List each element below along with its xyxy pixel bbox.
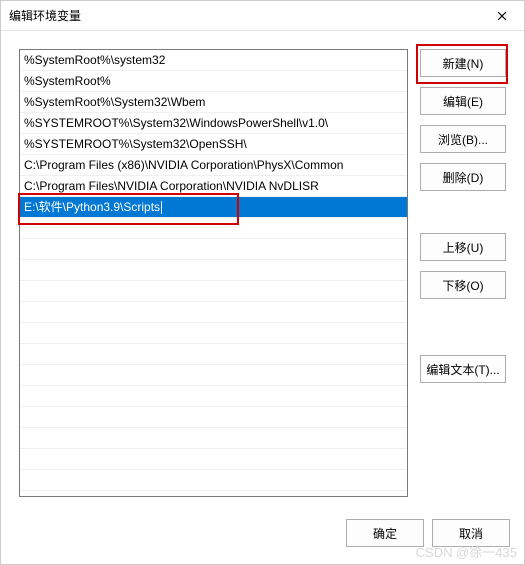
path-row[interactable]: [20, 218, 407, 239]
path-row[interactable]: E:\软件\Python3.9\Scripts: [20, 197, 407, 218]
close-icon: [497, 11, 507, 21]
path-row[interactable]: [20, 365, 407, 386]
path-row[interactable]: [20, 281, 407, 302]
cancel-button[interactable]: 取消: [432, 519, 510, 547]
dialog-content: %SystemRoot%\system32%SystemRoot%%System…: [1, 31, 524, 514]
spacer: [420, 309, 510, 345]
edit-environment-variable-dialog: 编辑环境变量 %SystemRoot%\system32%SystemRoot%…: [0, 0, 525, 565]
path-row[interactable]: [20, 239, 407, 260]
path-row[interactable]: [20, 407, 407, 428]
browse-button[interactable]: 浏览(B)...: [420, 125, 506, 153]
close-button[interactable]: [488, 5, 516, 27]
path-row[interactable]: [20, 449, 407, 470]
path-row[interactable]: %SYSTEMROOT%\System32\WindowsPowerShell\…: [20, 113, 407, 134]
titlebar: 编辑环境变量: [1, 1, 524, 31]
spacer: [420, 201, 510, 223]
dialog-footer: 确定 取消: [1, 514, 524, 564]
path-row[interactable]: %SYSTEMROOT%\System32\OpenSSH\: [20, 134, 407, 155]
path-row[interactable]: [20, 386, 407, 407]
edit-text-button[interactable]: 编辑文本(T)...: [420, 355, 506, 383]
edit-button[interactable]: 编辑(E): [420, 87, 506, 115]
button-column: 新建(N) 编辑(E) 浏览(B)... 删除(D) 上移(U) 下移(O) 编…: [420, 49, 510, 506]
path-row[interactable]: [20, 428, 407, 449]
move-up-button[interactable]: 上移(U): [420, 233, 506, 261]
dialog-title: 编辑环境变量: [9, 7, 81, 24]
path-row[interactable]: C:\Program Files (x86)\NVIDIA Corporatio…: [20, 155, 407, 176]
path-row[interactable]: [20, 344, 407, 365]
path-listbox[interactable]: %SystemRoot%\system32%SystemRoot%%System…: [19, 49, 408, 497]
path-row[interactable]: %SystemRoot%\System32\Wbem: [20, 92, 407, 113]
path-row[interactable]: [20, 260, 407, 281]
path-row[interactable]: C:\Program Files\NVIDIA Corporation\NVID…: [20, 176, 407, 197]
move-down-button[interactable]: 下移(O): [420, 271, 506, 299]
path-row[interactable]: [20, 302, 407, 323]
new-button[interactable]: 新建(N): [420, 49, 506, 77]
path-row[interactable]: %SystemRoot%\system32: [20, 50, 407, 71]
ok-button[interactable]: 确定: [346, 519, 424, 547]
path-row[interactable]: [20, 323, 407, 344]
path-row[interactable]: [20, 470, 407, 491]
delete-button[interactable]: 删除(D): [420, 163, 506, 191]
path-row[interactable]: %SystemRoot%: [20, 71, 407, 92]
